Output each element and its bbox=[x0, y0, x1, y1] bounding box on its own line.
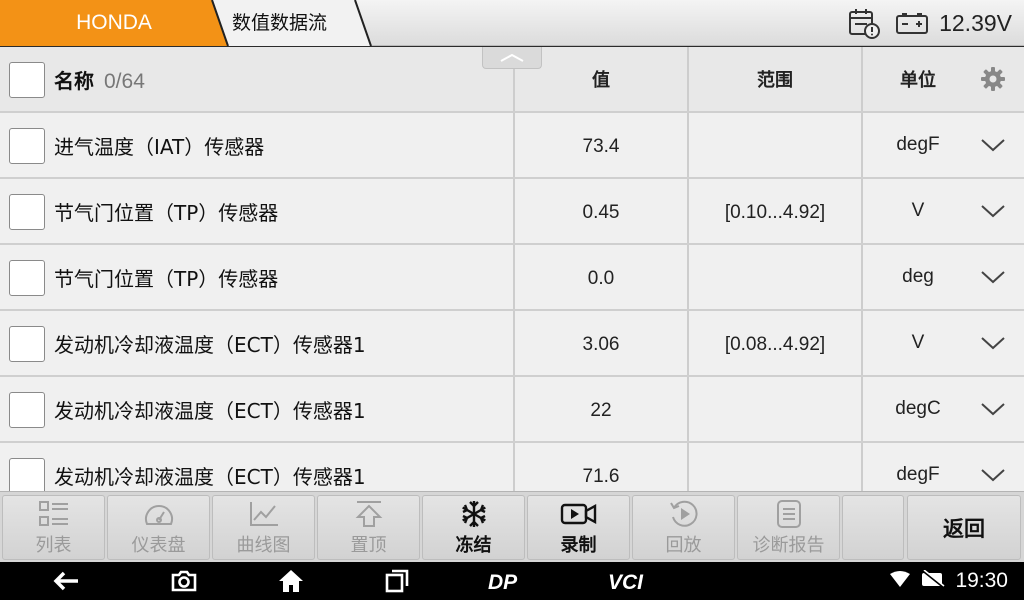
table-row[interactable]: 节气门位置（TP）传感器 0.0 deg bbox=[0, 245, 1024, 309]
row-unit: V bbox=[911, 332, 925, 353]
freeze-label: 冻结 bbox=[455, 534, 492, 556]
selected-count: 0/64 bbox=[104, 70, 145, 93]
playback-button[interactable]: 回放 bbox=[632, 495, 735, 560]
graph-button[interactable]: 曲线图 bbox=[212, 495, 315, 560]
wifi-icon bbox=[889, 571, 911, 591]
row-range: [0.08...4.92] bbox=[724, 334, 826, 355]
row-value: 0.0 bbox=[587, 268, 615, 289]
row-name: 发动机冷却液温度（ECT）传感器1 bbox=[54, 333, 366, 357]
battery-icon bbox=[895, 11, 929, 35]
diagnostic-report-button[interactable]: 诊断报告 bbox=[737, 495, 840, 560]
unit-dropdown-chevron-down-icon[interactable] bbox=[973, 179, 1013, 243]
row-unit: degC bbox=[895, 398, 941, 419]
row-value: 22 bbox=[590, 400, 612, 421]
row-value: 0.45 bbox=[582, 202, 620, 223]
row-name: 发动机冷却液温度（ECT）传感器1 bbox=[54, 399, 366, 423]
battery-voltage: 12.39V bbox=[939, 9, 1012, 36]
line-graph-icon bbox=[248, 499, 280, 529]
pin-top-button[interactable]: 置顶 bbox=[317, 495, 420, 560]
table-row[interactable]: 发动机冷却液温度（ECT）传感器1 3.06 [0.08...4.92] V bbox=[0, 311, 1024, 375]
select-all-checkbox[interactable] bbox=[9, 62, 45, 98]
row-checkbox[interactable] bbox=[9, 260, 45, 296]
header-name-label: 名称 bbox=[54, 69, 94, 93]
camera-icon[interactable] bbox=[170, 562, 198, 600]
record-button[interactable]: 录制 bbox=[527, 495, 630, 560]
row-checkbox[interactable] bbox=[9, 194, 45, 230]
video-camera-icon bbox=[560, 499, 598, 529]
unit-dropdown-chevron-down-icon[interactable] bbox=[973, 311, 1013, 375]
row-checkbox[interactable] bbox=[9, 458, 45, 491]
system-nav-bar: DP VCI 19:30 bbox=[0, 562, 1024, 600]
vci-logo-icon[interactable]: VCI bbox=[608, 562, 658, 600]
row-name: 进气温度（IAT）传感器 bbox=[54, 135, 265, 159]
vci-logo-text: VCI bbox=[608, 571, 644, 591]
bottom-toolbar: 列表 仪表盘 曲线图 置顶 冻结 录制 回放 诊断报告 返回 bbox=[0, 491, 1024, 562]
table-row[interactable]: 发动机冷却液温度（ECT）传感器1 22 degC bbox=[0, 377, 1024, 441]
gauge-icon bbox=[143, 499, 175, 529]
data-stream-table: 名称 0/64 值 范围 单位 进气温度（IAT）传感器 73.4 degF 节… bbox=[0, 47, 1024, 491]
dp-logo-text: DP bbox=[488, 571, 518, 591]
row-name: 节气门位置（TP）传感器 bbox=[54, 201, 279, 225]
table-row[interactable]: 节气门位置（TP）传感器 0.45 [0.10...4.92] V bbox=[0, 179, 1024, 243]
row-range bbox=[689, 443, 861, 491]
report-document-icon bbox=[774, 499, 804, 529]
list-label: 列表 bbox=[35, 534, 72, 556]
row-unit: V bbox=[911, 200, 925, 221]
breadcrumb-page-title: 数值数据流 bbox=[232, 12, 328, 34]
breadcrumb-brand[interactable]: HONDA bbox=[0, 0, 228, 46]
list-button[interactable]: 列表 bbox=[2, 495, 105, 560]
dp-logo-icon[interactable]: DP bbox=[488, 562, 534, 600]
row-checkbox[interactable] bbox=[9, 392, 45, 428]
gauge-label: 仪表盘 bbox=[131, 534, 186, 556]
table-row[interactable]: 进气温度（IAT）传感器 73.4 degF bbox=[0, 113, 1024, 177]
empty-toolbar-slot bbox=[842, 495, 904, 560]
row-checkbox[interactable] bbox=[9, 128, 45, 164]
list-icon bbox=[38, 499, 70, 529]
header-range: 范围 bbox=[757, 70, 793, 91]
snowflake-icon bbox=[458, 499, 490, 529]
back-button[interactable]: 返回 bbox=[907, 495, 1021, 560]
settings-gear-icon[interactable] bbox=[973, 47, 1013, 111]
row-range bbox=[689, 113, 861, 177]
top-bar: HONDA 数值数据流 12.39V bbox=[0, 0, 1024, 46]
unit-dropdown-chevron-down-icon[interactable] bbox=[973, 245, 1013, 309]
table-header: 名称 0/64 值 范围 单位 bbox=[0, 47, 1024, 111]
playback-label: 回放 bbox=[665, 534, 702, 556]
row-unit: deg bbox=[902, 266, 934, 287]
collapse-handle[interactable] bbox=[482, 47, 542, 69]
gauge-button[interactable]: 仪表盘 bbox=[107, 495, 210, 560]
row-range: [0.10...4.92] bbox=[724, 202, 826, 223]
header-unit: 单位 bbox=[900, 70, 936, 91]
row-range bbox=[689, 377, 861, 441]
diagnostic-report-label: 诊断报告 bbox=[752, 534, 825, 556]
chevron-up-icon bbox=[500, 53, 524, 62]
row-unit: degF bbox=[896, 134, 940, 155]
playback-icon bbox=[668, 499, 700, 529]
table-row[interactable]: 发动机冷却液温度（ECT）传感器1 71.6 degF bbox=[0, 443, 1024, 491]
freeze-button[interactable]: 冻结 bbox=[422, 495, 525, 560]
back-arrow-icon[interactable] bbox=[52, 562, 80, 600]
row-range bbox=[689, 245, 861, 309]
status-clock: 19:30 bbox=[955, 569, 1008, 592]
row-name: 发动机冷却液温度（ECT）传感器1 bbox=[54, 465, 366, 489]
pin-top-label: 置顶 bbox=[350, 534, 387, 556]
record-label: 录制 bbox=[560, 534, 597, 556]
home-icon[interactable] bbox=[277, 562, 305, 600]
pin-to-top-icon bbox=[353, 499, 385, 529]
row-value: 3.06 bbox=[582, 334, 620, 355]
row-value: 73.4 bbox=[582, 136, 620, 157]
row-checkbox[interactable] bbox=[9, 326, 45, 362]
back-label: 返回 bbox=[943, 516, 985, 541]
unit-dropdown-chevron-down-icon[interactable] bbox=[973, 113, 1013, 177]
calendar-clock-icon[interactable] bbox=[847, 6, 881, 40]
graph-label: 曲线图 bbox=[236, 534, 291, 556]
no-sim-icon bbox=[921, 569, 945, 592]
row-value: 71.6 bbox=[582, 466, 620, 487]
unit-dropdown-chevron-down-icon[interactable] bbox=[973, 377, 1013, 441]
unit-dropdown-chevron-down-icon[interactable] bbox=[973, 443, 1013, 491]
recent-apps-icon[interactable] bbox=[384, 562, 410, 600]
row-name: 节气门位置（TP）传感器 bbox=[54, 267, 279, 291]
header-name-cell: 名称 0/64 bbox=[0, 47, 513, 111]
row-unit: degF bbox=[896, 464, 940, 485]
